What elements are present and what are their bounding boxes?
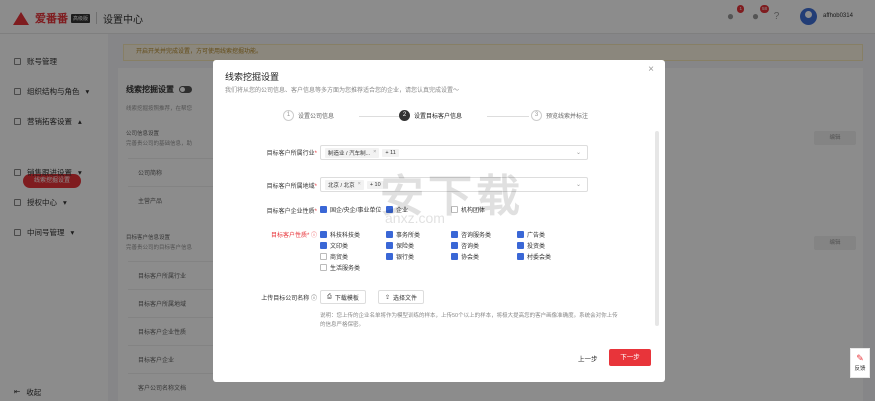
- nature-option[interactable]: 国企/央企/事业单位: [320, 205, 381, 214]
- attr-option[interactable]: 生活服务类: [320, 263, 360, 272]
- industry-label: 目标客户所属行业*: [266, 151, 317, 157]
- tag-text: 北京 / 北京: [328, 182, 355, 189]
- checkbox[interactable]: [386, 231, 393, 238]
- attr-option[interactable]: 保险类: [386, 241, 414, 250]
- edit-icon: ✎: [856, 353, 864, 363]
- option-label: 广告类: [527, 233, 546, 239]
- feedback-label: 反馈: [854, 366, 866, 372]
- attr-option[interactable]: 事务所类: [386, 230, 420, 239]
- attr-label-text: 目标客户性质: [270, 233, 307, 239]
- chevron-down-icon: ⌄: [575, 150, 581, 156]
- upload-label: 上传目标公司名称 ⓘ: [225, 293, 317, 302]
- step-connector: [487, 116, 529, 117]
- tag-remove-icon[interactable]: ×: [373, 149, 376, 157]
- tag-remove-icon[interactable]: ×: [358, 181, 361, 189]
- attr-option[interactable]: 文印类: [320, 241, 348, 250]
- step-2: 2 设置目标客户信息: [399, 110, 462, 121]
- upload-label-text: 上传目标公司名称: [261, 296, 310, 302]
- feedback-button[interactable]: ✎ 反馈: [850, 348, 870, 378]
- option-label: 保险类: [396, 244, 415, 250]
- prev-button[interactable]: 上一步: [578, 353, 598, 367]
- tag-text: 制造业 / 汽车制...: [328, 150, 371, 157]
- attr-option[interactable]: 科技科技类: [320, 230, 360, 239]
- step-3: 3 预览线索并标注: [531, 110, 588, 121]
- checkbox[interactable]: [320, 231, 327, 238]
- watermark-url: anxz.com: [385, 210, 445, 226]
- option-label: 生活服务类: [330, 266, 361, 272]
- attr-option[interactable]: 咨询服务类: [451, 230, 491, 239]
- option-label: 投资类: [527, 244, 546, 250]
- next-button[interactable]: 下一步: [609, 349, 651, 366]
- checkbox[interactable]: [517, 242, 524, 249]
- step-label: 预览线索并标注: [546, 114, 589, 120]
- info-icon[interactable]: ⓘ: [311, 296, 317, 302]
- step-1: 1 设置公司信息: [283, 110, 334, 121]
- option-label: 咨询服务类: [461, 233, 492, 239]
- attr-option[interactable]: 商贸类: [320, 252, 348, 261]
- modal-title: 线索挖掘设置: [225, 72, 280, 82]
- upload-icon: ⇪: [385, 294, 391, 301]
- modal-scrollbar[interactable]: [655, 131, 659, 326]
- option-label: 科技科技类: [330, 233, 361, 239]
- step-label: 设置目标客户信息: [414, 114, 463, 120]
- button-label: 选择文件: [393, 295, 418, 302]
- industry-tag: 制造业 / 汽车制... ×: [325, 147, 380, 158]
- attr-option[interactable]: 广告类: [517, 230, 545, 239]
- step-number: 3: [531, 110, 542, 121]
- industry-select[interactable]: 制造业 / 汽车制... × + 11 ⌄: [320, 145, 588, 160]
- checkbox[interactable]: [451, 253, 458, 260]
- step-number: 2: [399, 110, 410, 121]
- region-label: 目标客户所属地域*: [266, 184, 317, 190]
- option-label: 事务所类: [396, 233, 421, 239]
- checkbox[interactable]: [517, 231, 524, 238]
- button-label: 下载模板: [334, 295, 359, 302]
- info-icon[interactable]: ⓘ: [311, 233, 317, 239]
- nature-label-text: 目标客户企业性质: [266, 209, 315, 215]
- checkbox[interactable]: [386, 242, 393, 249]
- checkbox[interactable]: [386, 253, 393, 260]
- attr-label: 目标客户性质* ⓘ: [270, 233, 317, 239]
- checkbox[interactable]: [451, 231, 458, 238]
- option-label: 文印类: [330, 244, 349, 250]
- industry-more-tag: + 11: [382, 148, 399, 157]
- attr-option[interactable]: 投资类: [517, 241, 545, 250]
- region-tag: 北京 / 北京 ×: [325, 179, 364, 190]
- checkbox[interactable]: [320, 242, 327, 249]
- region-label-text: 目标客户所属地域: [266, 184, 315, 190]
- checkbox[interactable]: [320, 206, 327, 213]
- select-file-button[interactable]: ⇪ 选择文件: [378, 290, 425, 304]
- attr-option[interactable]: 协会类: [451, 252, 479, 261]
- option-label: 村委会类: [527, 255, 552, 261]
- option-label: 商贸类: [330, 255, 349, 261]
- upload-note: 说明：您上传的企业名单将作为模型训练的样本，上传50个以上的样本，将极大提高您的…: [320, 313, 618, 328]
- option-label: 银行类: [396, 255, 415, 261]
- attr-option[interactable]: 银行类: [386, 252, 414, 261]
- checkbox[interactable]: [320, 264, 327, 271]
- step-label: 设置公司信息: [298, 114, 335, 120]
- attr-option[interactable]: 咨询类: [451, 241, 479, 250]
- checkbox[interactable]: [451, 242, 458, 249]
- option-label: 国企/央企/事业单位: [330, 208, 382, 214]
- option-label: 咨询类: [461, 244, 480, 250]
- download-icon: ⎙: [327, 293, 332, 300]
- modal-subtitle: 我们将从您的公司信息、客户信息等多方面为您推荐适合您的企业，请您认真完成设置～: [225, 88, 460, 94]
- nature-label: 目标客户企业性质*: [266, 209, 317, 215]
- checkbox[interactable]: [320, 253, 327, 260]
- checkbox[interactable]: [517, 253, 524, 260]
- option-label: 协会类: [461, 255, 480, 261]
- industry-label-text: 目标客户所属行业: [266, 151, 315, 157]
- step-connector: [359, 116, 399, 117]
- close-icon[interactable]: ×: [646, 64, 656, 75]
- step-number: 1: [283, 110, 294, 121]
- chevron-down-icon: ⌄: [575, 182, 581, 188]
- attr-option[interactable]: 村委会类: [517, 252, 551, 261]
- download-template-button[interactable]: ⎙ 下载模板: [320, 290, 366, 304]
